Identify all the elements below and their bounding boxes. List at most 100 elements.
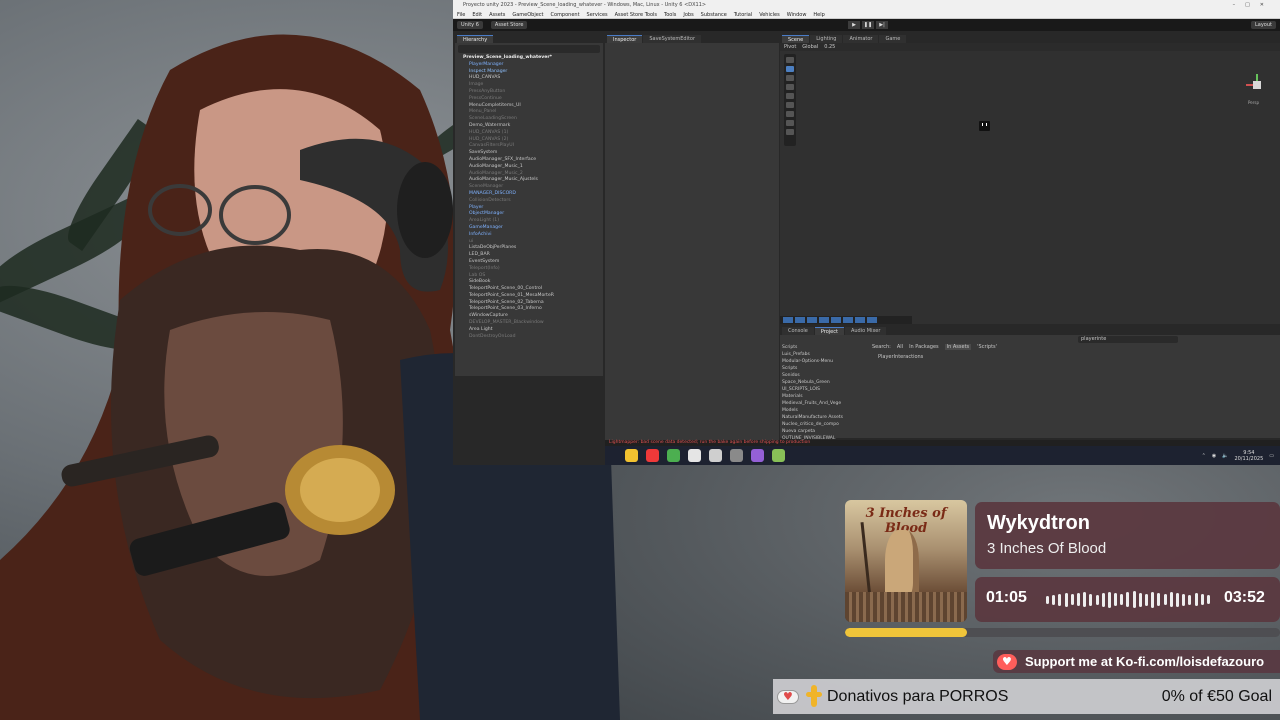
- file-explorer-icon[interactable]: [625, 449, 638, 462]
- project-folder[interactable]: UI_SCRIPTS_LOIS: [782, 386, 868, 393]
- unity-icon[interactable]: [709, 449, 722, 462]
- project-folder[interactable]: Nueva carpeta: [782, 428, 868, 435]
- menu-services[interactable]: Services: [587, 11, 608, 18]
- rect-tool-icon[interactable]: [786, 93, 794, 99]
- search-result-item[interactable]: PlayerInteractions: [878, 354, 923, 360]
- project-search-input[interactable]: playerinte: [1078, 336, 1178, 343]
- hierarchy-item[interactable]: CollisionDetectors: [463, 198, 603, 205]
- tab-game[interactable]: Game: [879, 35, 907, 43]
- hierarchy-item[interactable]: TeleportPoint_Scene_01_MesaMorteR: [463, 293, 603, 300]
- hierarchy-item[interactable]: HUD_CANVAS (1): [463, 130, 603, 137]
- filter-all[interactable]: All: [897, 344, 903, 350]
- hierarchy-item[interactable]: DontDestroyOnLoad: [463, 334, 603, 341]
- project-folder[interactable]: Modular-Options-Menu: [782, 358, 868, 365]
- hierarchy-panel[interactable]: Hierarchy Preview_Scene_loading_whatever…: [455, 34, 603, 376]
- project-folder[interactable]: Models: [782, 407, 868, 414]
- tab-project[interactable]: Project: [814, 327, 844, 335]
- filter-in-packages[interactable]: In Packages: [909, 344, 939, 350]
- tab-hierarchy[interactable]: Hierarchy: [457, 35, 494, 43]
- pivot-toggle[interactable]: Pivot: [784, 43, 796, 51]
- project-folder[interactable]: Luis_Prefabs: [782, 351, 868, 358]
- hierarchy-item[interactable]: AudioManager_SFX_Interface: [463, 157, 603, 164]
- play-button[interactable]: ▶: [848, 21, 860, 29]
- menu-vehicles[interactable]: Vehicles: [759, 11, 780, 18]
- hierarchy-item[interactable]: SceneLoadingScreen: [463, 116, 603, 123]
- hierarchy-item[interactable]: SaveSystem: [463, 150, 603, 157]
- custom-tool-icon[interactable]: [786, 111, 794, 117]
- overlay-icon[interactable]: [795, 317, 805, 323]
- hierarchy-item[interactable]: Area Light: [463, 327, 603, 334]
- tab-console[interactable]: Console: [782, 327, 814, 335]
- menu-tools[interactable]: Tools: [664, 11, 676, 18]
- window-controls[interactable]: –□✕: [1233, 0, 1274, 11]
- visual-studio-icon[interactable]: [751, 449, 764, 462]
- menu-gameobject[interactable]: GameObject: [512, 11, 543, 18]
- hierarchy-item[interactable]: DEVELOP_MASTER_Blackwindow: [463, 320, 603, 327]
- menu-file[interactable]: File: [457, 11, 465, 18]
- project-folder[interactable]: Scripts: [782, 365, 868, 372]
- gizmo-center[interactable]: [1253, 81, 1261, 89]
- step-button[interactable]: ▶|: [876, 21, 888, 29]
- overlay-icon[interactable]: [867, 317, 877, 323]
- obs-icon[interactable]: [688, 449, 701, 462]
- snap-value[interactable]: 0.25: [824, 43, 835, 51]
- asset-store-button[interactable]: Asset Store: [490, 21, 528, 29]
- project-folder[interactable]: Nucleo_critico_de_compo: [782, 421, 868, 428]
- notepad-icon[interactable]: [772, 449, 785, 462]
- hierarchy-item[interactable]: PressAnyButton: [463, 89, 603, 96]
- account-button[interactable]: Unity 6: [457, 21, 483, 29]
- hierarchy-item[interactable]: SceneManager: [463, 184, 603, 191]
- project-folder[interactable]: Medieval_Fruits_And_Vege: [782, 400, 868, 407]
- transform-tool-icon[interactable]: [786, 102, 794, 108]
- tab-scene[interactable]: Scene: [782, 35, 810, 43]
- scene-object[interactable]: [979, 121, 990, 131]
- chrome-icon[interactable]: [667, 449, 680, 462]
- menu-jobs[interactable]: Jobs: [683, 11, 693, 18]
- menu-help[interactable]: Help: [813, 11, 824, 18]
- tab-audio-mixer[interactable]: Audio Mixer: [844, 327, 887, 335]
- inspector-panel[interactable]: Inspector SaveSystemEditor: [605, 34, 779, 444]
- menu-tutorial[interactable]: Tutorial: [734, 11, 752, 18]
- hierarchy-item[interactable]: Image: [463, 82, 603, 89]
- hierarchy-item[interactable]: AudioManager_Music_1: [463, 164, 603, 171]
- hierarchy-item[interactable]: InfoAchivi: [463, 232, 603, 239]
- move-tool-icon[interactable]: [786, 66, 794, 72]
- menu-edit[interactable]: Edit: [472, 11, 482, 18]
- project-folder[interactable]: Space_Nebula_Green: [782, 379, 868, 386]
- hierarchy-item[interactable]: HUD_CANVAS: [463, 75, 603, 82]
- hierarchy-item[interactable]: TeleportPoint_Scene_00_Control: [463, 286, 603, 293]
- project-folder[interactable]: Sonidos: [782, 372, 868, 379]
- hierarchy-item[interactable]: GameManager: [463, 225, 603, 232]
- tab-lighting[interactable]: Lighting: [810, 35, 843, 43]
- menu-substance[interactable]: Substance: [701, 11, 727, 18]
- network-icon[interactable]: ◉: [1212, 453, 1216, 459]
- chevron-up-icon[interactable]: ⌃: [1202, 453, 1206, 459]
- overlay-icon[interactable]: [807, 317, 817, 323]
- unity-editor-window[interactable]: Proyecto unity 2023 - Preview_Scene_load…: [453, 0, 1280, 465]
- project-folder[interactable]: NaturalManufacture Assets: [782, 414, 868, 421]
- volume-icon[interactable]: 🔈: [1222, 453, 1228, 459]
- scale-tool-icon[interactable]: [786, 84, 794, 90]
- filter-scripts[interactable]: 'Scripts': [977, 344, 997, 350]
- overlay-icon[interactable]: [831, 317, 841, 323]
- tab-save-system-editor[interactable]: SaveSystemEditor: [643, 35, 702, 43]
- hierarchy-item[interactable]: Preview_Scene_loading_whatever*: [463, 55, 603, 62]
- menu-window[interactable]: Window: [787, 11, 807, 18]
- hierarchy-item[interactable]: PlayerManager: [463, 62, 603, 69]
- menu-assets[interactable]: Assets: [489, 11, 505, 18]
- discord-icon[interactable]: [730, 449, 743, 462]
- hand-tool-icon[interactable]: [786, 57, 794, 63]
- hierarchy-item[interactable]: Teleport(Info): [463, 266, 603, 273]
- overlay-icon[interactable]: [855, 317, 865, 323]
- extra-tool-icon-2[interactable]: [786, 129, 794, 135]
- overlay-icon[interactable]: [783, 317, 793, 323]
- overlay-icon[interactable]: [843, 317, 853, 323]
- hierarchy-item[interactable]: AreaLight (1): [463, 218, 603, 225]
- rotate-tool-icon[interactable]: [786, 75, 794, 81]
- menu-asset-store-tools[interactable]: Asset Store Tools: [615, 11, 657, 18]
- scene-view[interactable]: Scene Lighting Animator Game Pivot Globa…: [780, 34, 1280, 324]
- extra-tool-icon[interactable]: [786, 120, 794, 126]
- filter-in-assets[interactable]: In Assets: [944, 344, 972, 350]
- notification-icon[interactable]: ▭: [1269, 453, 1274, 459]
- orientation-gizmo[interactable]: Persp: [1244, 72, 1270, 105]
